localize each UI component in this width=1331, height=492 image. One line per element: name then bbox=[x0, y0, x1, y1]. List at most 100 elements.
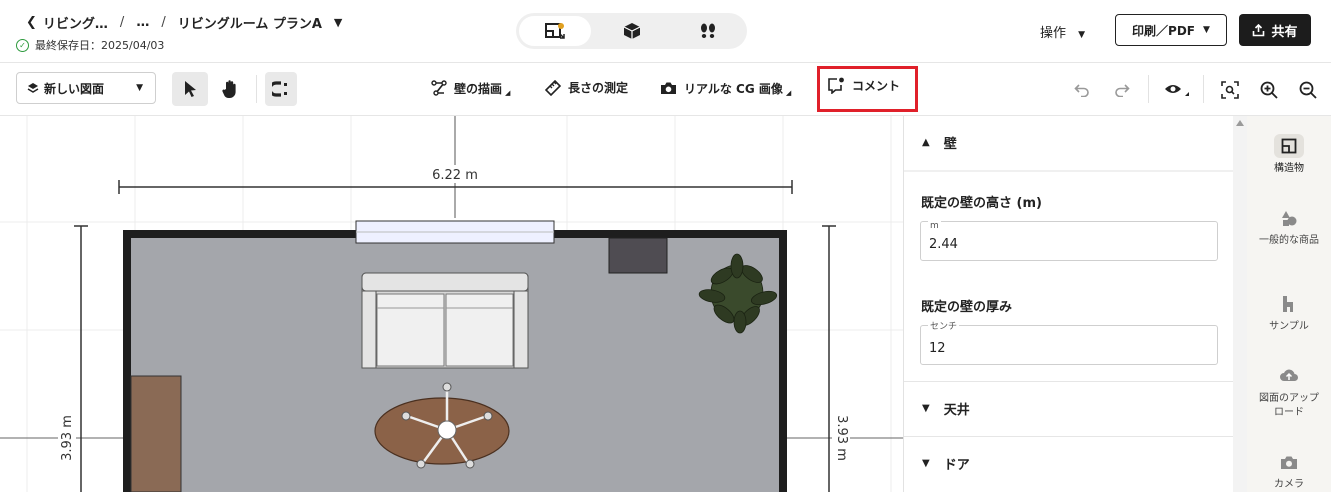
draw-wall-label: 壁の描画 bbox=[454, 81, 503, 96]
measure-tool[interactable]: 長さの測定 bbox=[545, 79, 628, 96]
caret-down-icon[interactable]: ▼ bbox=[334, 16, 342, 29]
share-icon bbox=[1253, 23, 1265, 36]
rail-item-camera[interactable]: カメラ bbox=[1247, 450, 1331, 492]
wall-thickness-value[interactable]: 12 bbox=[929, 341, 946, 356]
undo-button[interactable] bbox=[1071, 79, 1093, 101]
measure-label: 長さの測定 bbox=[568, 81, 629, 95]
cg-image-label: リアルな CG 画像 bbox=[684, 81, 783, 96]
view-2d-button[interactable] bbox=[519, 16, 591, 46]
share-label: 共有 bbox=[1271, 24, 1298, 40]
left-height-label: 3.93 m bbox=[60, 415, 75, 461]
sample-icon bbox=[1274, 292, 1304, 316]
scroll-up-icon[interactable] bbox=[1236, 120, 1244, 126]
3d-box-icon bbox=[623, 23, 641, 39]
focus-frame-icon bbox=[1221, 81, 1239, 99]
layers-icon bbox=[27, 83, 39, 93]
wall-thickness-label: 既定の壁の厚み bbox=[921, 300, 1013, 315]
zoom-in-button[interactable] bbox=[1258, 79, 1280, 101]
width-dimension-label: 6.22 m bbox=[432, 168, 478, 183]
undo-icon bbox=[1074, 84, 1089, 97]
visibility-button[interactable] bbox=[1163, 79, 1191, 101]
chevron-up-icon: ▲ bbox=[922, 136, 930, 148]
redo-button[interactable] bbox=[1111, 79, 1133, 101]
pan-tool-button[interactable] bbox=[212, 72, 248, 106]
rail-item-products[interactable]: 一般的な商品 bbox=[1247, 206, 1331, 248]
door-section-header[interactable]: ▼ ドア bbox=[904, 437, 1233, 489]
comment-highlight-box bbox=[817, 66, 918, 112]
toolbar-divider bbox=[1203, 75, 1204, 103]
select-tool-button[interactable] bbox=[172, 72, 208, 106]
wood-side-table[interactable] bbox=[130, 375, 182, 492]
rail-item-sample[interactable]: サンプル bbox=[1247, 292, 1331, 334]
zoom-in-icon bbox=[1260, 81, 1278, 99]
ceiling-section-label: 天井 bbox=[943, 402, 970, 418]
check-circle-icon: ✓ bbox=[16, 38, 29, 52]
right-height-label: 3.93 m bbox=[834, 415, 849, 461]
ruler-icon bbox=[545, 79, 561, 96]
section-divider bbox=[904, 170, 1233, 172]
view-mode-switch bbox=[516, 13, 747, 49]
products-icon bbox=[1274, 206, 1304, 230]
zoom-out-icon bbox=[1299, 81, 1317, 99]
chevron-left-icon[interactable]: ❮ bbox=[26, 15, 37, 30]
rail-label: サンプル bbox=[1269, 321, 1309, 332]
view-3d-button[interactable] bbox=[596, 16, 668, 46]
library-rail: 構造物 一般的な商品 サンプル 図面のアップロード カメラ bbox=[1247, 116, 1331, 492]
toolbar-divider bbox=[256, 75, 257, 103]
share-button[interactable]: 共有 bbox=[1239, 14, 1311, 46]
wall-height-input[interactable]: m 2.44 bbox=[920, 221, 1218, 261]
save-status-text: 最終保存日：2025/04/03 bbox=[35, 39, 165, 52]
panel-scrollbar[interactable] bbox=[1233, 116, 1247, 492]
toolbar: 新しい図面 ▼ 壁の描画 ◢ 長さの測定 リアルな CG 画像 ◢ コメント bbox=[0, 62, 1331, 116]
rail-label: 構造物 bbox=[1274, 163, 1304, 174]
wall-height-label: 既定の壁の高さ (m) bbox=[921, 196, 1042, 211]
caret-down-icon: ▼ bbox=[1203, 25, 1210, 35]
operations-menu[interactable]: 操作 ▼ bbox=[1040, 22, 1085, 41]
save-status: ✓ 最終保存日：2025/04/03 bbox=[16, 37, 164, 53]
breadcrumb-project[interactable]: リビング… bbox=[43, 13, 108, 32]
new-plan-dropdown[interactable]: 新しい図面 ▼ bbox=[16, 72, 156, 104]
rail-item-upload[interactable]: 図面のアップロード bbox=[1247, 364, 1331, 420]
snap-magnet-button[interactable] bbox=[265, 72, 297, 106]
cg-image-tool[interactable]: リアルな CG 画像 ◢ bbox=[660, 79, 791, 97]
wall-height-value[interactable]: 2.44 bbox=[929, 237, 958, 252]
left-height-dimension bbox=[74, 225, 88, 492]
door-section-label: ドア bbox=[943, 457, 970, 473]
breadcrumb-separator: / bbox=[161, 15, 166, 30]
cursor-arrow-icon bbox=[185, 81, 196, 97]
print-pdf-button[interactable]: 印刷／PDF ▼ bbox=[1115, 14, 1227, 46]
wall-thickness-input[interactable]: センチ 12 bbox=[920, 319, 1218, 365]
ceiling-section-header[interactable]: ▼ 天井 bbox=[904, 382, 1233, 434]
floor-plan-svg[interactable]: 6.22 m 3.93 m 3.93 m bbox=[0, 116, 903, 492]
print-pdf-label: 印刷／PDF bbox=[1132, 23, 1196, 38]
walkthrough-icon bbox=[701, 23, 715, 38]
floor-plan-canvas[interactable]: 6.22 m 3.93 m 3.93 m bbox=[0, 116, 903, 492]
app-header: ❮ リビング… / … / リビングルーム プランA ▼ ✓ 最終保存日：202… bbox=[0, 0, 1331, 62]
wall-thickness-unit: センチ bbox=[928, 319, 960, 332]
camera-icon bbox=[1274, 450, 1304, 474]
fit-view-button[interactable] bbox=[1219, 79, 1241, 101]
camera-icon bbox=[661, 82, 676, 94]
rail-item-structure[interactable]: 構造物 bbox=[1247, 134, 1331, 176]
toolbar-divider bbox=[1148, 75, 1149, 103]
draw-wall-tool[interactable]: 壁の描画 ◢ bbox=[431, 79, 510, 97]
sofa[interactable] bbox=[361, 272, 529, 369]
redo-icon bbox=[1115, 84, 1130, 97]
new-plan-label: 新しい図面 bbox=[44, 81, 105, 96]
magnet-icon bbox=[272, 81, 287, 97]
view-walkthrough-button[interactable] bbox=[672, 16, 744, 46]
zoom-out-button[interactable] bbox=[1297, 79, 1319, 101]
operations-label: 操作 bbox=[1040, 26, 1067, 41]
breadcrumb-separator: / bbox=[119, 15, 125, 30]
2d-plan-icon bbox=[545, 23, 565, 39]
wall-draw-icon bbox=[431, 80, 447, 96]
wall-section-header[interactable]: ▲ 壁 bbox=[904, 116, 1233, 168]
corner-caret-icon: ◢ bbox=[505, 89, 511, 97]
breadcrumb-plan-name[interactable]: リビングルーム プランA bbox=[178, 13, 322, 32]
breadcrumb-ellipsis[interactable]: … bbox=[136, 15, 149, 30]
caret-down-icon: ▼ bbox=[136, 83, 143, 93]
wall-height-unit: m bbox=[928, 221, 941, 231]
corner-caret-icon: ◢ bbox=[785, 89, 792, 97]
eye-icon bbox=[1165, 85, 1189, 96]
side-cabinet[interactable] bbox=[608, 237, 668, 274]
